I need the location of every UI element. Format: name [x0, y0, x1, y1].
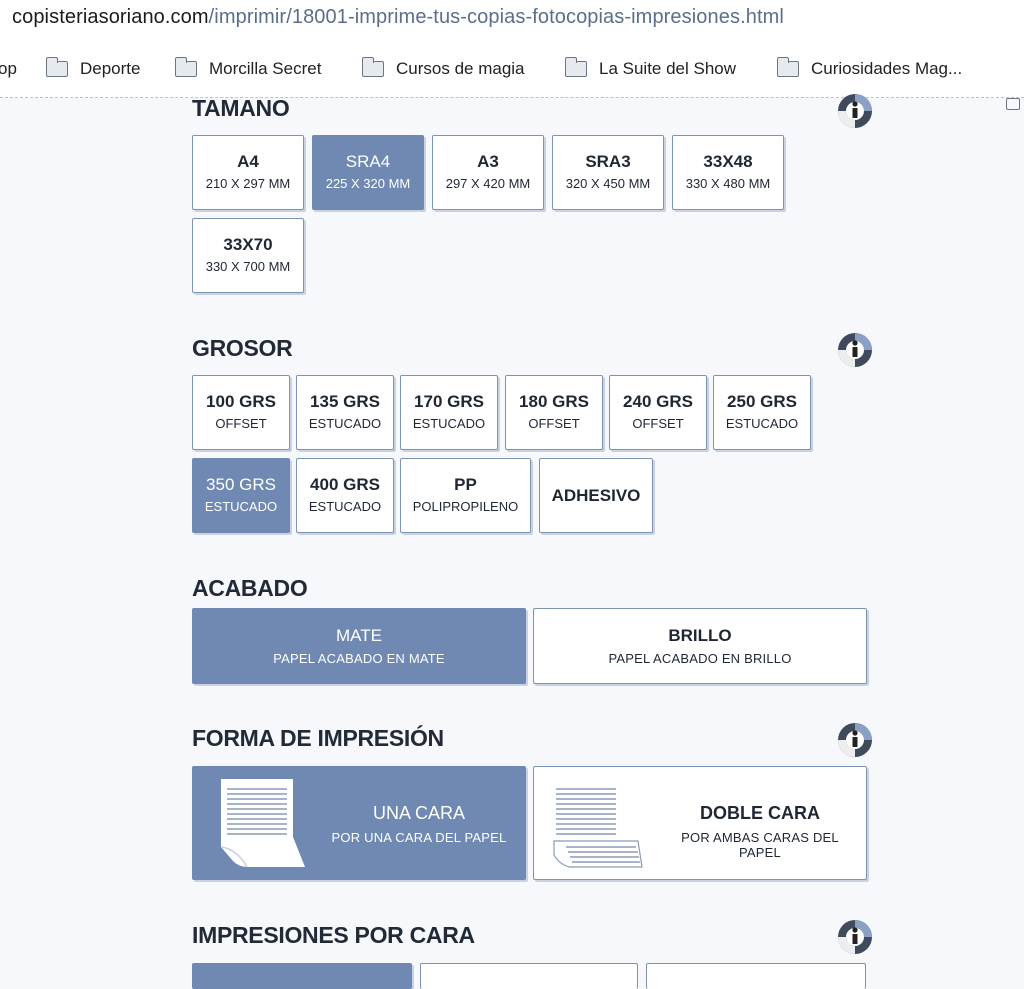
bookmark-item[interactable]: op	[0, 58, 17, 80]
option-subtitle: PAPEL ACABADO EN MATE	[273, 651, 445, 666]
option-subtitle: POR AMBAS CARAS DEL PAPEL	[681, 830, 839, 860]
weight-option-100[interactable]: 100 GRS OFFSET	[192, 375, 290, 450]
info-icon[interactable]	[836, 918, 874, 956]
bookmark-item[interactable]: Morcilla Secret	[174, 57, 322, 80]
option-title: SRA3	[585, 152, 631, 171]
section-title-impresiones-por-cara: IMPRESIONES POR CARA	[192, 922, 475, 948]
bookmark-label: op	[0, 59, 17, 78]
section-title-acabado: ACABADO	[192, 575, 308, 601]
option-title: DOBLE CARA	[700, 803, 820, 823]
folder-icon	[776, 57, 799, 77]
section-title-grosor: GROSOR	[192, 335, 293, 361]
option-title: ADHESIVO	[551, 486, 641, 505]
option-title: PP	[454, 475, 477, 494]
url-path: /imprimir/18001-imprime-tus-copias-fotoc…	[208, 6, 784, 28]
size-option-33x70[interactable]: 33X70 330 X 700 MM	[192, 218, 304, 293]
option-subtitle: 297 X 420 MM	[445, 176, 531, 191]
weight-option-400[interactable]: 400 GRS ESTUCADO	[296, 458, 394, 533]
option-subtitle: 330 X 480 MM	[685, 176, 771, 191]
folder-icon	[45, 57, 68, 77]
option-title: 33X48	[703, 152, 753, 171]
info-icon[interactable]	[836, 331, 874, 369]
impressions-option-3[interactable]	[646, 963, 866, 989]
print-option-text: UNA CARA POR UNA CARA DEL PAPEL	[319, 803, 519, 845]
single-sided-page-icon	[220, 779, 305, 868]
option-subtitle: PAPEL ACABADO EN BRILLO	[608, 651, 792, 666]
bookmarks-bar: op Deporte Morcilla Secret Cursos de mag…	[0, 38, 1024, 110]
print-option-text: DOBLE CARA POR AMBAS CARAS DEL PAPEL	[660, 803, 860, 860]
option-subtitle: ESTUCADO	[725, 416, 799, 431]
folder-icon	[564, 57, 587, 77]
option-title: 170 GRS	[414, 392, 484, 411]
option-subtitle: ESTUCADO	[412, 416, 486, 431]
bookmark-label: Cursos de magia	[396, 59, 525, 78]
option-subtitle: 210 X 297 MM	[205, 176, 291, 191]
option-subtitle: POR UNA CARA DEL PAPEL	[331, 830, 507, 845]
bookmark-label: Curiosidades Mag...	[811, 59, 963, 78]
option-title: 400 GRS	[310, 475, 380, 494]
double-sided-page-icon	[553, 788, 643, 868]
size-option-a4[interactable]: A4 210 X 297 MM	[192, 135, 304, 210]
info-icon[interactable]	[836, 721, 874, 759]
size-option-sra3[interactable]: SRA3 320 X 450 MM	[552, 135, 664, 210]
weight-option-135[interactable]: 135 GRS ESTUCADO	[296, 375, 394, 450]
option-title: SRA4	[345, 152, 391, 171]
weight-option-170[interactable]: 170 GRS ESTUCADO	[400, 375, 498, 450]
option-subtitle: 225 X 320 MM	[325, 176, 411, 191]
size-option-sra4[interactable]: SRA4 225 X 320 MM	[312, 135, 424, 210]
option-title: 180 GRS	[519, 392, 589, 411]
option-title: 135 GRS	[310, 392, 380, 411]
bookmark-label: Morcilla Secret	[209, 59, 322, 78]
impressions-option-2[interactable]	[420, 963, 638, 989]
bookmark-item[interactable]: Cursos de magia	[361, 57, 525, 80]
bookmark-item[interactable]: Curiosidades Mag...	[776, 57, 963, 80]
weight-option-240[interactable]: 240 GRS OFFSET	[609, 375, 707, 450]
impressions-option-1[interactable]	[192, 963, 412, 989]
finish-option-mate[interactable]: MATE PAPEL ACABADO EN MATE	[192, 608, 526, 684]
option-title: MATE	[336, 626, 382, 645]
url-text[interactable]: copisteriasoriano.com/imprimir/18001-imp…	[12, 6, 784, 29]
bookmark-item[interactable]: Deporte	[45, 57, 141, 80]
section-title-forma-impresion: FORMA DE IMPRESIÓN	[192, 725, 444, 751]
weight-option-350[interactable]: 350 GRS ESTUCADO	[192, 458, 290, 533]
option-title: 100 GRS	[206, 392, 276, 411]
address-bar[interactable]: copisteriasoriano.com/imprimir/18001-imp…	[0, 0, 1024, 38]
folder-icon	[361, 57, 384, 77]
bookmark-label: Deporte	[80, 59, 141, 78]
weight-option-pp[interactable]: PP POLIPROPILENO	[400, 458, 531, 533]
option-subtitle: ESTUCADO	[308, 499, 382, 514]
option-title: A4	[237, 152, 259, 171]
url-host: copisteriasoriano.com	[12, 6, 209, 28]
folder-icon	[174, 57, 197, 77]
print-option-una-cara[interactable]: UNA CARA POR UNA CARA DEL PAPEL	[192, 766, 526, 880]
finish-option-brillo[interactable]: BRILLO PAPEL ACABADO EN BRILLO	[533, 608, 867, 684]
option-title: 240 GRS	[623, 392, 693, 411]
option-title: 33X70	[223, 235, 273, 254]
option-subtitle: POLIPROPILENO	[412, 499, 519, 514]
option-subtitle: ESTUCADO	[204, 499, 278, 514]
option-title: BRILLO	[668, 626, 732, 645]
option-title: A3	[477, 152, 499, 171]
size-option-33x48[interactable]: 33X48 330 X 480 MM	[672, 135, 784, 210]
size-option-a3[interactable]: A3 297 X 420 MM	[432, 135, 544, 210]
weight-option-adhesivo[interactable]: ADHESIVO	[539, 458, 653, 533]
print-option-doble-cara[interactable]: DOBLE CARA POR AMBAS CARAS DEL PAPEL	[533, 766, 867, 880]
weight-option-250[interactable]: 250 GRS ESTUCADO	[713, 375, 811, 450]
option-title: UNA CARA	[372, 803, 466, 823]
option-subtitle: OFFSET	[215, 416, 267, 431]
bookmark-label: La Suite del Show	[599, 59, 737, 78]
option-subtitle: OFFSET	[528, 416, 580, 431]
bookmark-item[interactable]: La Suite del Show	[564, 57, 737, 80]
option-subtitle: 320 X 450 MM	[565, 176, 651, 191]
bookmarks-overflow-folder-icon[interactable]	[1006, 98, 1020, 110]
section-title-tamano: TAMANO	[192, 95, 290, 121]
info-icon[interactable]	[836, 92, 874, 130]
weight-option-180[interactable]: 180 GRS OFFSET	[505, 375, 603, 450]
option-title: 350 GRS	[206, 475, 276, 494]
option-subtitle: OFFSET	[632, 416, 684, 431]
option-subtitle: 330 X 700 MM	[205, 259, 291, 274]
option-title: 250 GRS	[727, 392, 797, 411]
option-subtitle: ESTUCADO	[308, 416, 382, 431]
